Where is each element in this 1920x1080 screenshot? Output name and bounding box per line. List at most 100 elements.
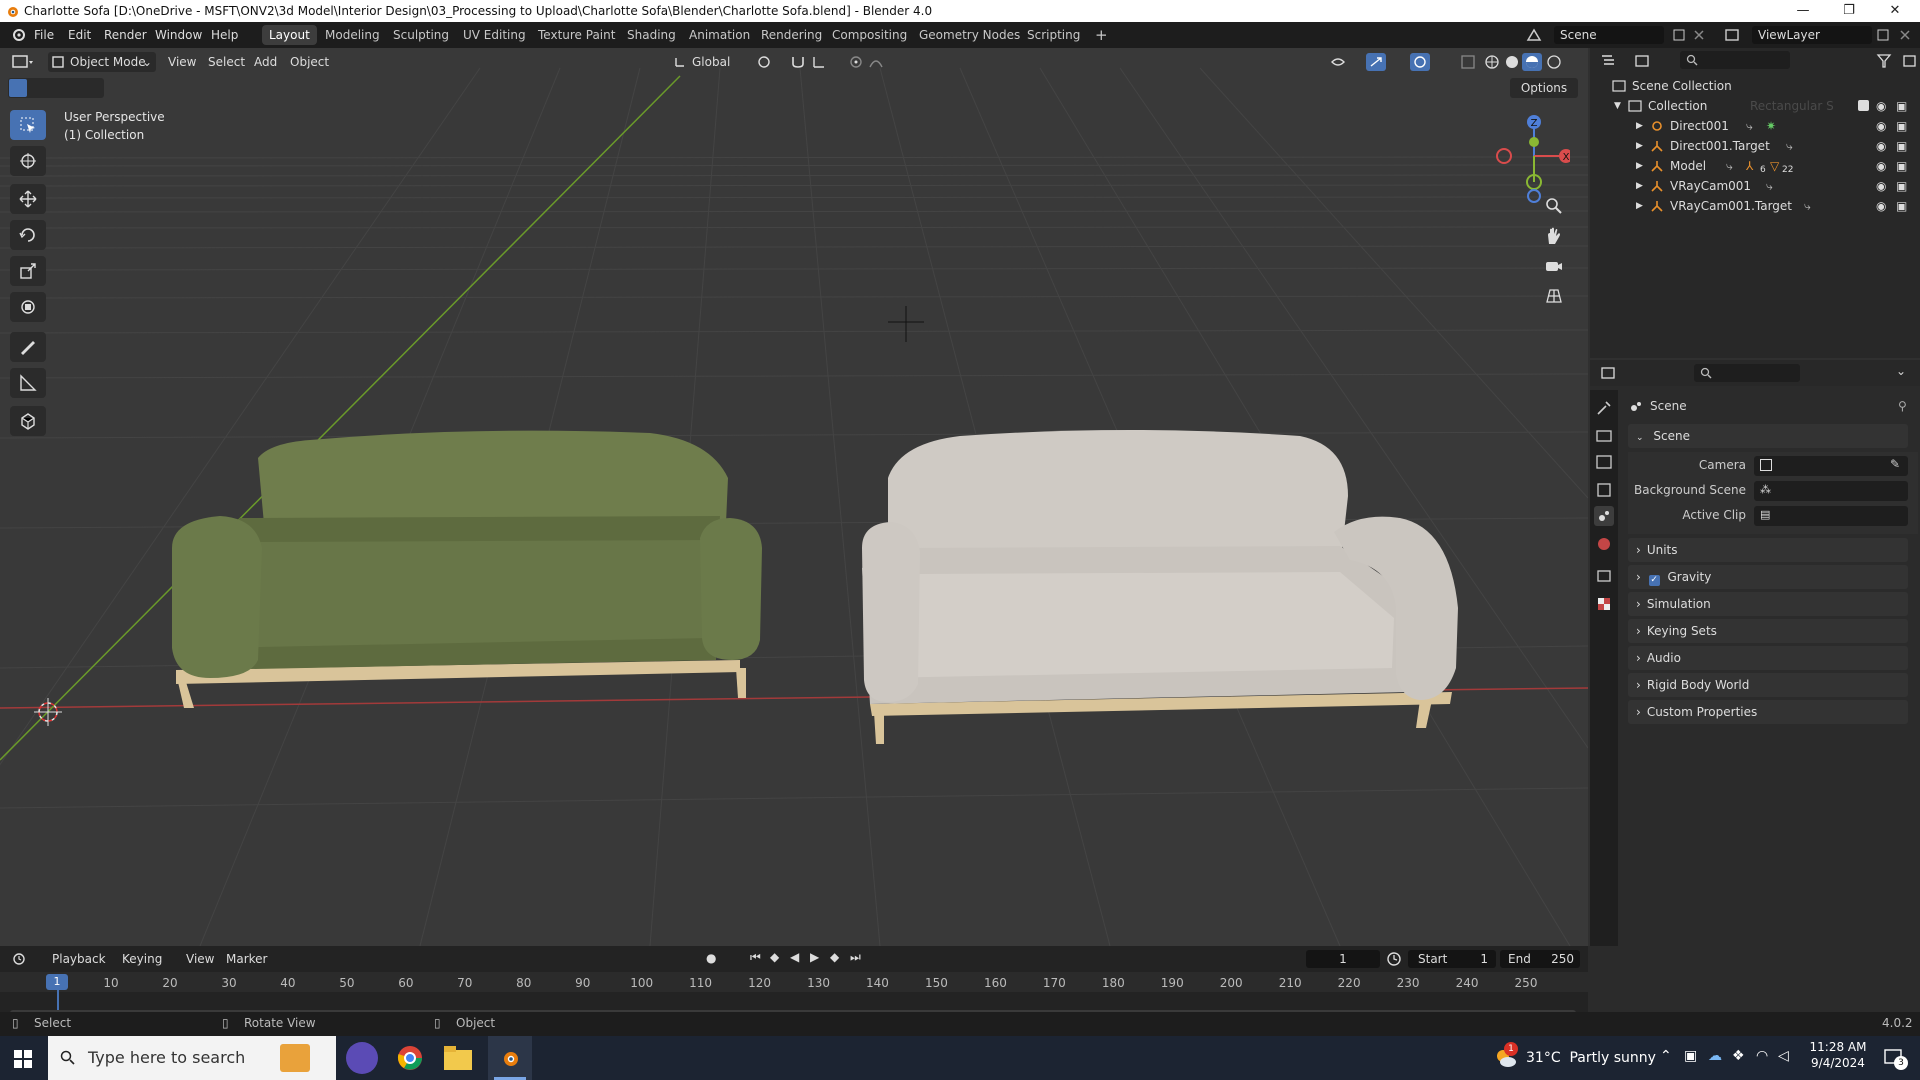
expand-arrow-icon[interactable]: ▶ <box>1636 176 1643 196</box>
panel-custom-properties[interactable]: › Custom Properties <box>1628 700 1908 724</box>
viewport-menu-select[interactable]: Select <box>208 52 245 72</box>
tab-animation[interactable]: Animation <box>682 25 757 45</box>
tab-rendering[interactable]: Rendering <box>754 25 829 45</box>
viewport-menu-add[interactable]: Add <box>254 52 277 72</box>
outliner-editor-icon[interactable] <box>1600 53 1624 69</box>
camera-render-icon[interactable]: ▣ <box>1896 156 1907 176</box>
select-new-button[interactable] <box>9 79 27 97</box>
camera-view-icon[interactable] <box>1544 256 1564 276</box>
eye-icon[interactable]: ◉ <box>1876 96 1886 116</box>
outliner-row-direct001-target[interactable]: ▶ Direct001.Target ⤷ ◉ ▣ <box>1590 136 1920 156</box>
tab-compositing[interactable]: Compositing <box>825 25 914 45</box>
outliner-row-direct001[interactable]: ▶ Direct001 ⤷ ✷ ◉ ▣ <box>1590 116 1920 136</box>
play-icon[interactable]: ▶ <box>810 950 819 964</box>
menu-file[interactable]: File <box>34 22 54 48</box>
eye-icon[interactable]: ◉ <box>1876 136 1886 156</box>
perspective-toggle-icon[interactable] <box>1544 286 1564 306</box>
outliner-row-collection[interactable]: ▼ Collection Rectangular S ◉ ▣ <box>1590 96 1920 116</box>
eye-icon[interactable]: ◉ <box>1876 116 1886 136</box>
menu-window[interactable]: Window <box>155 22 202 48</box>
pan-hand-icon[interactable] <box>1544 226 1564 246</box>
tool-move[interactable] <box>10 184 46 214</box>
exclude-checkbox[interactable] <box>1858 100 1869 111</box>
properties-editor-icon[interactable] <box>1600 365 1624 381</box>
select-subtract-button[interactable] <box>47 79 65 97</box>
current-frame-field[interactable]: 1 <box>1306 950 1380 968</box>
tab-scripting[interactable]: Scripting <box>1020 25 1087 45</box>
eye-icon[interactable]: ◉ <box>1876 156 1886 176</box>
tool-add-cube[interactable] <box>10 406 46 436</box>
zoom-icon[interactable] <box>1544 196 1564 216</box>
camera-render-icon[interactable]: ▣ <box>1896 196 1907 216</box>
wireframe-shading-icon[interactable] <box>1484 54 1500 70</box>
world-tab-icon[interactable] <box>1594 534 1614 554</box>
file-explorer-icon[interactable] <box>444 1046 472 1070</box>
eye-icon[interactable]: ◉ <box>1876 176 1886 196</box>
tab-geometry-nodes[interactable]: Geometry Nodes <box>912 25 1027 45</box>
output-tab-icon[interactable] <box>1594 452 1614 472</box>
add-workspace-button[interactable]: + <box>1088 25 1115 45</box>
panel-units[interactable]: › Units <box>1628 538 1908 562</box>
render-tab-icon[interactable] <box>1594 426 1614 446</box>
minimize-button[interactable]: — <box>1780 0 1826 22</box>
app-icon-1[interactable] <box>346 1042 378 1074</box>
tool-tab-icon[interactable] <box>1594 398 1614 418</box>
prev-keyframe-icon[interactable]: ◆ <box>770 950 779 964</box>
gravity-checkbox[interactable]: ✓ <box>1648 575 1660 586</box>
menu-edit[interactable]: Edit <box>68 22 91 48</box>
expand-arrow-icon[interactable]: ▼ <box>1614 96 1621 116</box>
camera-render-icon[interactable]: ▣ <box>1896 176 1907 196</box>
filter-icon[interactable] <box>1876 53 1900 69</box>
viewport-menu-view[interactable]: View <box>168 52 196 72</box>
tool-scale[interactable] <box>10 256 46 286</box>
windows-start-icon[interactable] <box>14 1050 32 1068</box>
playhead-frame[interactable]: 1 <box>46 974 68 990</box>
rendered-shading-icon[interactable] <box>1546 54 1562 70</box>
visibility-icon[interactable] <box>1330 54 1354 70</box>
pin-icon[interactable]: ⚲ <box>1898 396 1907 416</box>
taskbar-search-input[interactable]: Type here to search <box>48 1036 336 1080</box>
eye-icon[interactable]: ◉ <box>1876 196 1886 216</box>
properties-search-input[interactable] <box>1694 364 1800 382</box>
editor-type-icon[interactable] <box>12 54 34 70</box>
new-viewlayer-icon[interactable] <box>1876 28 1890 42</box>
network-icon[interactable]: ◠ <box>1756 1048 1768 1064</box>
falloff-icon[interactable] <box>868 54 890 70</box>
chrome-icon[interactable] <box>396 1044 424 1072</box>
panel-rigid-body-world[interactable]: › Rigid Body World <box>1628 673 1908 697</box>
snap-target-icon[interactable] <box>812 54 838 70</box>
weather-icon[interactable]: 1 <box>1494 1042 1518 1070</box>
new-scene-icon[interactable] <box>1672 28 1686 42</box>
notifications-icon[interactable]: 3 <box>1882 1046 1908 1070</box>
briefcase-icon[interactable] <box>280 1044 310 1072</box>
meet-icon[interactable]: ▣ <box>1684 1048 1697 1064</box>
viewlayer-icon[interactable] <box>1724 27 1740 43</box>
outliner-row-model[interactable]: ▶ Model ⤷ ⅄ 6 ▽ 22 ◉ ▣ <box>1590 156 1920 176</box>
timeline-menu-view[interactable]: View <box>186 949 214 969</box>
dropbox-icon[interactable]: ❖ <box>1732 1048 1745 1064</box>
tab-uv-editing[interactable]: UV Editing <box>456 25 533 45</box>
background-scene-field[interactable]: ⁂ <box>1754 481 1908 501</box>
pivot-point-icon[interactable] <box>756 54 782 70</box>
timeline-menu-playback[interactable]: Playback <box>52 949 106 969</box>
collection-tab-icon[interactable] <box>1594 566 1614 586</box>
tab-modeling[interactable]: Modeling <box>318 25 387 45</box>
timeline-menu-marker[interactable]: Marker <box>226 949 267 969</box>
panel-scene[interactable]: ⌄ Scene <box>1628 424 1908 448</box>
select-extend-button[interactable] <box>28 79 46 97</box>
material-shading-icon[interactable] <box>1522 53 1542 71</box>
record-icon[interactable]: ● <box>706 951 716 965</box>
outliner-row-scene-collection[interactable]: Scene Collection <box>1590 76 1920 96</box>
scene-icon[interactable] <box>1526 27 1542 43</box>
options-button[interactable]: Options <box>1510 78 1578 98</box>
transform-orientation-dropdown[interactable]: Global <box>670 52 746 72</box>
start-frame-field[interactable]: Start 1 <box>1408 950 1496 968</box>
tab-texture-paint[interactable]: Texture Paint <box>531 25 622 45</box>
active-clip-field[interactable]: ▤ <box>1754 506 1908 526</box>
close-button[interactable]: ✕ <box>1872 0 1918 22</box>
outliner-search-input[interactable] <box>1680 51 1790 69</box>
xray-icon[interactable] <box>1460 54 1476 70</box>
gizmo-toggle-icon[interactable] <box>1366 53 1386 71</box>
viewport-menu-object[interactable]: Object <box>290 52 329 72</box>
tool-cursor[interactable] <box>10 146 46 176</box>
